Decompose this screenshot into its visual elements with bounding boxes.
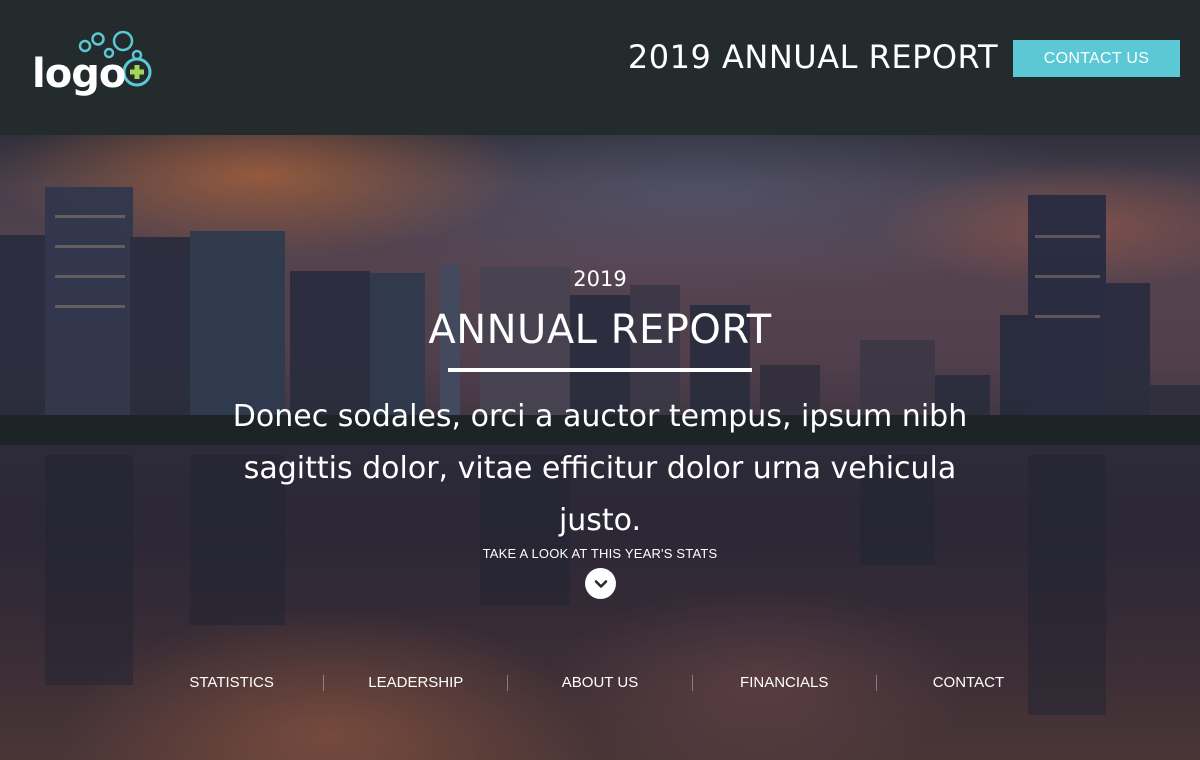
- nav-item-leadership[interactable]: LEADERSHIP: [324, 671, 507, 695]
- header-title: 2019 ANNUAL REPORT: [627, 38, 998, 76]
- nav-item-statistics[interactable]: STATISTICS: [140, 671, 323, 695]
- stats-cta-text[interactable]: TAKE A LOOK AT THIS YEAR'S STATS: [0, 546, 1200, 561]
- hero-description: Donec sodales, orci a auctor tempus, ips…: [232, 399, 968, 538]
- scroll-down-button[interactable]: [585, 568, 616, 599]
- nav-item-contact[interactable]: CONTACT: [877, 671, 1060, 695]
- logo[interactable]: logo: [30, 30, 155, 100]
- logo-text: logo: [32, 51, 126, 97]
- chevron-down-icon: [594, 579, 607, 588]
- site-header: logo 2019 ANNUAL REPORT CONTACT US: [0, 0, 1200, 135]
- nav-item-about-us[interactable]: ABOUT US: [508, 671, 691, 695]
- title-divider: [448, 368, 752, 372]
- hero-title: ANNUAL REPORT: [428, 307, 772, 353]
- nav-item-financials[interactable]: FINANCIALS: [693, 671, 876, 695]
- hero-year: 2019: [573, 267, 627, 291]
- hero-section: 2019 ANNUAL REPORT Donec sodales, orci a…: [0, 135, 1200, 760]
- contact-us-button[interactable]: CONTACT US: [1013, 40, 1180, 77]
- section-nav: STATISTICS LEADERSHIP ABOUT US FINANCIAL…: [140, 671, 1060, 695]
